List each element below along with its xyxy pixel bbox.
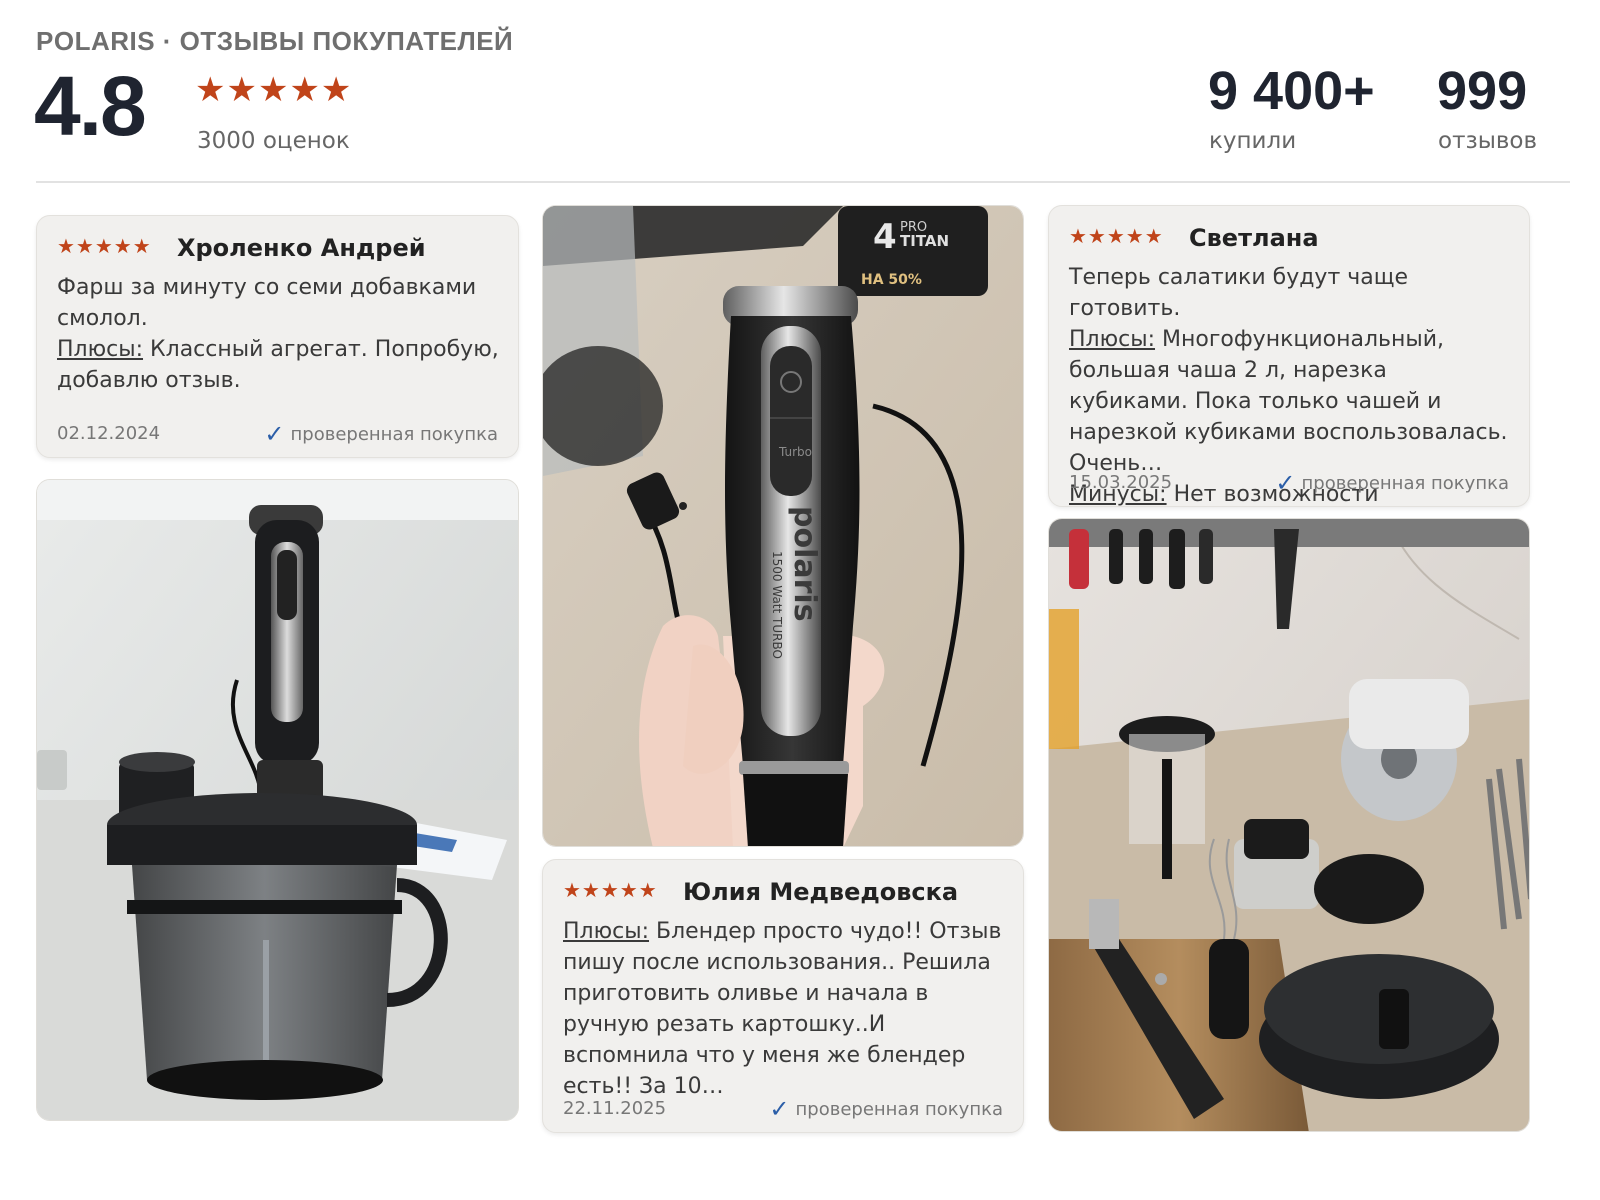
turbo-label: Turbo <box>778 445 812 459</box>
bought-count: 9 400+ <box>1208 61 1375 121</box>
review-date: 15.03.2025 <box>1069 472 1173 493</box>
review-author: Юлия Медведовска <box>683 878 959 906</box>
review-author: Хроленко Андрей <box>177 234 426 262</box>
review-stars: ★★★★★ <box>563 878 658 902</box>
review-text: Плюсы: Блендер просто чудо!! Отзыв пишу … <box>563 916 1005 1102</box>
review-photo-blender-hand[interactable]: 4 PRO TITAN НА 50% Turbo polaris 1500 Wa… <box>542 205 1024 847</box>
verified-purchase: ✓ проверенная покупка <box>769 1095 1003 1123</box>
review-date: 02.12.2024 <box>57 423 161 444</box>
review-body: Теперь салатики будут чаще готовить. <box>1069 265 1408 321</box>
review-body: Фарш за минуту со семи добавками смолол. <box>57 275 477 331</box>
brand-on-device: polaris <box>787 506 822 622</box>
verified-label: проверенная покупка <box>795 1098 1003 1120</box>
pros-label: Плюсы: <box>57 337 144 362</box>
review-photo-food-processor[interactable] <box>36 479 519 1121</box>
review-stars: ★★★★★ <box>1069 224 1164 248</box>
review-photo-accessories[interactable] <box>1048 518 1530 1132</box>
review-stars: ★★★★★ <box>57 234 152 258</box>
review-text: Фарш за минуту со семи добавками смолол.… <box>57 272 500 396</box>
review-card-3[interactable]: ★★★★★ Юлия Медведовска Плюсы: Блендер пр… <box>542 859 1024 1133</box>
average-rating: 4.8 <box>34 59 147 153</box>
verified-purchase: ✓ проверенная покупка <box>1275 469 1509 497</box>
verified-label: проверенная покупка <box>290 423 498 445</box>
checkmark-icon: ✓ <box>264 420 285 448</box>
verified-label: проверенная покупка <box>1301 472 1509 494</box>
pros-label: Плюсы: <box>1069 327 1156 352</box>
ratings-count[interactable]: 3000 оценок <box>197 128 350 154</box>
review-author: Светлана <box>1189 224 1319 252</box>
checkmark-icon: ✓ <box>1275 469 1296 497</box>
rating-stars: ★★★★★ <box>195 70 353 110</box>
svg-text:4: 4 <box>873 217 897 257</box>
pros-label: Плюсы: <box>563 919 650 944</box>
review-card-1[interactable]: ★★★★★ Хроленко Андрей Фарш за минуту со … <box>36 215 519 458</box>
bought-label: купили <box>1209 128 1297 154</box>
review-text: Теперь салатики будут чаще готовить. Плю… <box>1069 262 1511 541</box>
box-text-titan: TITAN <box>900 232 949 250</box>
reviews-label[interactable]: отзывов <box>1438 128 1537 154</box>
pros-text: Блендер просто чудо!! Отзыв пишу после и… <box>563 919 1002 1099</box>
review-card-2[interactable]: ★★★★★ Светлана Теперь салатики будут чащ… <box>1048 205 1530 538</box>
checkmark-icon: ✓ <box>769 1095 790 1123</box>
model-on-device: 1500 Watt TURBO <box>770 551 784 659</box>
header-divider <box>36 181 1570 183</box>
box-text-promo: НА 50% <box>861 272 922 288</box>
verified-purchase: ✓ проверенная покупка <box>264 420 498 448</box>
brand-header: POLARIS · ОТЗЫВЫ ПОКУПАТЕЛЕЙ <box>36 26 514 56</box>
reviews-count: 999 <box>1437 61 1528 121</box>
review-date: 22.11.2025 <box>563 1098 667 1119</box>
